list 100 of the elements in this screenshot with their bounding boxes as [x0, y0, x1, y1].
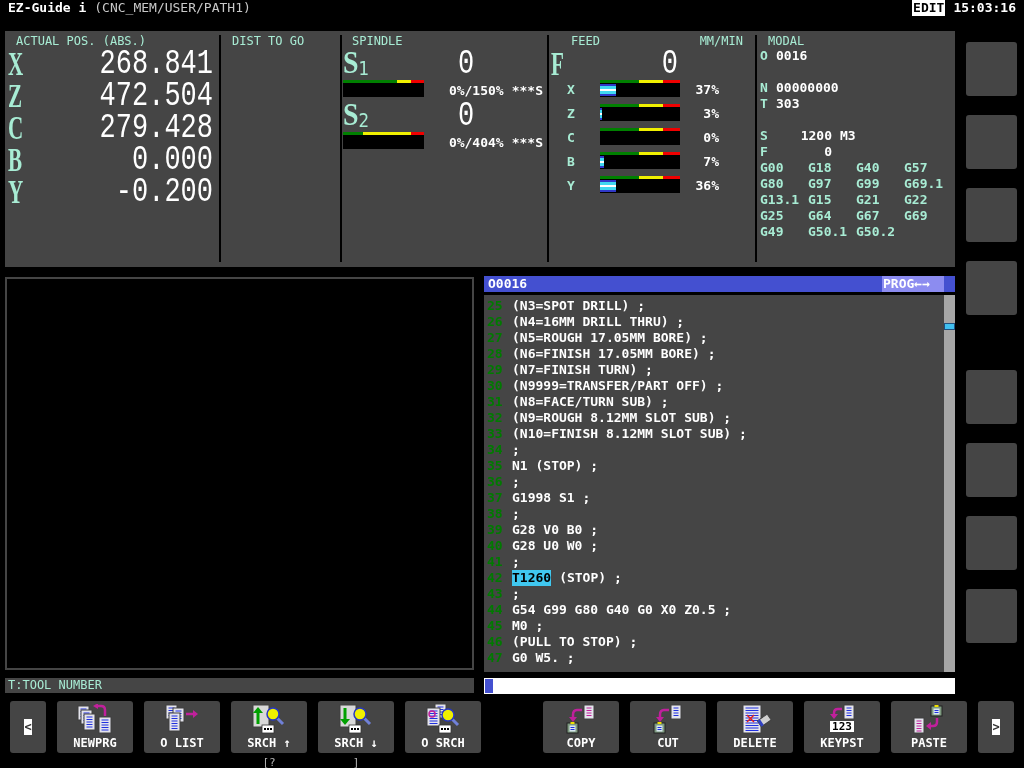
- feed-unit: MM/MIN: [698, 35, 743, 47]
- code-line: G28 U0 W0 ;: [512, 538, 599, 554]
- g-code: G80: [760, 176, 784, 192]
- key-hint: ]: [352, 757, 360, 768]
- g-code: G57: [904, 160, 928, 176]
- code-line: ;: [512, 586, 520, 602]
- side-softkey[interactable]: [966, 516, 1017, 570]
- document-search-icon: [425, 704, 461, 734]
- spindle-status: ***S: [511, 137, 543, 149]
- document-stack-icon: [164, 704, 200, 734]
- documents-arrow-icon: [77, 704, 113, 734]
- key-hint: [?: [262, 757, 276, 768]
- g-code: G50.1: [808, 224, 848, 240]
- line-number: 29: [487, 362, 504, 378]
- modal-address: O: [760, 48, 769, 64]
- program-list-button[interactable]: O LIST: [144, 701, 220, 753]
- spindle-status: ***S: [511, 85, 543, 97]
- cursor-word[interactable]: T1260: [512, 570, 552, 586]
- paste-button[interactable]: PASTE: [891, 701, 967, 753]
- feed-value: 0: [661, 50, 678, 77]
- code-line: (N4=16MM DRILL THRU) ;: [512, 314, 685, 330]
- code-line: G28 V0 B0 ;: [512, 522, 599, 538]
- code-line: N1 (STOP) ;: [512, 458, 599, 474]
- load-percent: 37%: [695, 84, 719, 96]
- line-number: 47: [487, 650, 504, 666]
- line-number: 43: [487, 586, 504, 602]
- code-line: ;: [512, 554, 520, 570]
- side-softkey[interactable]: [966, 261, 1017, 315]
- section-title: ACTUAL POS. (ABS.): [15, 35, 147, 47]
- axis-label: C: [567, 132, 575, 144]
- scrollbar[interactable]: [944, 295, 955, 672]
- input-field[interactable]: [484, 678, 955, 694]
- line-number: 42: [487, 570, 504, 586]
- side-softkey[interactable]: [966, 115, 1017, 169]
- axis-label: Y: [567, 180, 575, 192]
- program-path: (CNC_MEM/USER/PATH1): [94, 0, 251, 16]
- cut-button[interactable]: CUT: [630, 701, 706, 753]
- line-number: 39: [487, 522, 504, 538]
- line-number: 44: [487, 602, 504, 618]
- new-program-button[interactable]: NEWPRG: [57, 701, 133, 753]
- line-number: 40: [487, 538, 504, 554]
- search-up-icon: [251, 704, 287, 734]
- side-softkey[interactable]: [966, 443, 1017, 497]
- program-search-button[interactable]: O SRCH: [405, 701, 481, 753]
- code-line: (N8=FACE/TURN SUB) ;: [512, 394, 669, 410]
- cursor-icon: [485, 679, 493, 693]
- program-mode-label: PROG←→: [882, 276, 944, 292]
- axis-label: X: [8, 52, 24, 76]
- section-title: SPINDLE: [351, 35, 403, 47]
- side-softkey[interactable]: [966, 370, 1017, 424]
- line-number: 46: [487, 634, 504, 650]
- g-code: G50.2: [856, 224, 896, 240]
- position-value: 472.504: [99, 83, 213, 109]
- spindle-speed: 0: [458, 102, 475, 129]
- next-page-button[interactable]: >: [978, 701, 1014, 753]
- line-number: 38: [487, 506, 504, 522]
- g-code: G99: [856, 176, 880, 192]
- position-value: -0.200: [115, 179, 213, 205]
- line-number: 35: [487, 458, 504, 474]
- spindle-speed: 0: [458, 50, 475, 77]
- key-paste-button[interactable]: 123 KEYPST: [804, 701, 880, 753]
- copy-button[interactable]: COPY: [543, 701, 619, 753]
- side-softkey[interactable]: [966, 188, 1017, 242]
- code-line: ;: [512, 442, 520, 458]
- search-down-button[interactable]: SRCH ↓: [318, 701, 394, 753]
- g-code: G00: [760, 160, 784, 176]
- side-softkey[interactable]: [966, 42, 1017, 96]
- modal-value: 00000000: [776, 80, 839, 96]
- side-softkey[interactable]: [966, 589, 1017, 643]
- position-value: 279.428: [99, 115, 213, 141]
- position-value: 0.000: [132, 147, 213, 173]
- load-percent: 0%: [703, 132, 719, 144]
- axis-label: B: [567, 156, 575, 168]
- g-code: G64: [808, 208, 832, 224]
- previous-page-button[interactable]: <: [10, 701, 46, 753]
- g-code: G67: [856, 208, 880, 224]
- scrollbar-thumb[interactable]: [944, 323, 955, 330]
- g-code: G15: [808, 192, 832, 208]
- load-percent: 3%: [703, 108, 719, 120]
- modal-code: M3: [840, 128, 856, 144]
- code-line: (N9999=TRANSFER/PART OFF) ;: [512, 378, 724, 394]
- axis-label: B: [8, 148, 23, 172]
- code-line: (PULL TO STOP) ;: [512, 634, 638, 650]
- code-line: G0 W5. ;: [512, 650, 575, 666]
- code-line: (N9=ROUGH 8.12MM SLOT SUB) ;: [512, 410, 732, 426]
- delete-button[interactable]: DELETE: [717, 701, 793, 753]
- axis-label: Z: [567, 108, 575, 120]
- search-up-button[interactable]: SRCH ↑: [231, 701, 307, 753]
- line-number: 33: [487, 426, 504, 442]
- code-line: (N6=FINISH 17.05MM BORE) ;: [512, 346, 716, 362]
- section-title: DIST TO GO: [231, 35, 305, 47]
- axis-label: Y: [8, 180, 24, 204]
- modal-value: 0016: [776, 48, 808, 64]
- g-code: G49: [760, 224, 784, 240]
- code-line: (N7=FINISH TURN) ;: [512, 362, 653, 378]
- line-number: 31: [487, 394, 504, 410]
- search-down-icon: [338, 704, 374, 734]
- axis-label: Z: [8, 84, 23, 108]
- line-number: 36: [487, 474, 504, 490]
- mode-indicator: EDIT: [912, 0, 946, 16]
